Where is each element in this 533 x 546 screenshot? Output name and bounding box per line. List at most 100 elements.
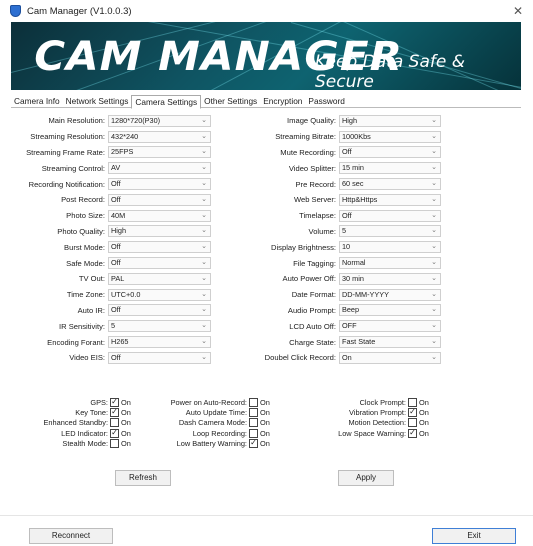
setting-row-video-eis: Video EIS: Off ⌄ [11, 350, 211, 366]
setting-row-doubel-click-record: Doubel Click Record: On ⌄ [223, 350, 441, 366]
setting-label-recording-notification: Recording Notification: [28, 179, 105, 189]
select-file-tagging[interactable]: Normal ⌄ [339, 257, 441, 270]
select-value: Beep [342, 305, 360, 315]
camera-settings-panel: Main Resolution: 1280*720(P30) ⌄ Streaming … [11, 108, 521, 488]
tab-bar: Camera Info Network Settings Camera Sett… [11, 95, 521, 109]
exit-button[interactable]: Exit [432, 528, 516, 544]
select-display-brightness[interactable]: 10 ⌄ [339, 241, 441, 254]
select-value: On [342, 352, 352, 362]
select-value: Http&Https [342, 194, 378, 204]
apply-button[interactable]: Apply [338, 470, 394, 486]
select-burst-mode[interactable]: Off ⌄ [108, 241, 211, 254]
tab-encryption[interactable]: Encryption [260, 95, 305, 108]
setting-label-streaming-bitrate: Streaming Bitrate: [275, 132, 336, 142]
select-tv-out[interactable]: PAL ⌄ [108, 272, 211, 285]
select-video-splitter[interactable]: 15 min ⌄ [339, 162, 441, 175]
tab-password[interactable]: Password [305, 95, 347, 108]
checkbox-motion-detection[interactable] [408, 418, 417, 428]
chevron-down-icon: ⌄ [431, 322, 437, 330]
select-timelapse[interactable]: Off ⌄ [339, 209, 441, 222]
toggle-on-label: On [260, 438, 270, 448]
tab-network-settings[interactable]: Network Settings [63, 95, 132, 108]
window-title: Cam Manager (V1.0.0.3) [27, 5, 132, 17]
select-recording-notification[interactable]: Off ⌄ [108, 178, 211, 191]
select-streaming-frame-rate[interactable]: 25FPS ⌄ [108, 146, 211, 159]
checkbox-low-space-warning[interactable]: ✓ [408, 428, 417, 438]
toggle-row-led-indicator: LED Indicator: ✓ On [11, 428, 133, 438]
chevron-down-icon: ⌄ [201, 322, 207, 330]
checkmark-icon: ✓ [409, 407, 416, 417]
setting-row-streaming-bitrate: Streaming Bitrate: 1000Kbs ⌄ [223, 129, 441, 145]
select-photo-size[interactable]: 40M ⌄ [108, 209, 211, 222]
reconnect-button[interactable]: Reconnect [29, 528, 113, 544]
checkbox-stealth-mode[interactable] [110, 438, 119, 448]
chevron-down-icon: ⌄ [431, 259, 437, 267]
select-auto-power-off[interactable]: 30 min ⌄ [339, 272, 441, 285]
toggle-row-loop-recording: Loop Recording: On [137, 428, 272, 438]
checkbox-auto-update-time[interactable] [249, 407, 258, 417]
checkbox-loop-recording[interactable] [249, 428, 258, 438]
divider [0, 515, 533, 516]
checkbox-vibration-prompt[interactable]: ✓ [408, 407, 417, 417]
select-auto-ir[interactable]: Off ⌄ [108, 304, 211, 317]
toggle-label-low-space-warning: Low Space Warning: [338, 428, 406, 438]
select-ir-sensitivity[interactable]: 5 ⌄ [108, 320, 211, 333]
toggle-label-enhanced-standby: Enhanced Standby: [43, 418, 108, 428]
select-encoding-forant[interactable]: H265 ⌄ [108, 336, 211, 349]
checkbox-dash-camera-mode[interactable] [249, 418, 258, 428]
chevron-down-icon: ⌄ [201, 164, 207, 172]
tab-camera-settings[interactable]: Camera Settings [131, 95, 202, 109]
toggle-label-gps: GPS: [90, 397, 108, 407]
refresh-button[interactable]: Refresh [115, 470, 171, 486]
select-audio-prompt[interactable]: Beep ⌄ [339, 304, 441, 317]
checkbox-clock-prompt[interactable] [408, 397, 417, 407]
checkbox-enhanced-standby[interactable] [110, 418, 119, 428]
select-web-server[interactable]: Http&Https ⌄ [339, 193, 441, 206]
checkbox-power-on-auto-record[interactable] [249, 397, 258, 407]
select-charge-state[interactable]: Fast State ⌄ [339, 336, 441, 349]
toggle-row-auto-update-time: Auto Update Time: On [137, 407, 272, 417]
checkbox-led-indicator[interactable]: ✓ [110, 428, 119, 438]
toggle-column-3: Clock Prompt: On Vibration Prompt: ✓ On Motio… [301, 397, 431, 438]
setting-row-burst-mode: Burst Mode: Off ⌄ [11, 239, 211, 255]
select-value: 1280*720(P30) [111, 115, 161, 125]
checkbox-low-battery-warning[interactable]: ✓ [249, 438, 258, 448]
tab-camera-info[interactable]: Camera Info [11, 95, 63, 108]
select-value: Off [111, 258, 121, 268]
chevron-down-icon: ⌄ [201, 338, 207, 346]
setting-row-image-quality: Image Quality: High ⌄ [223, 113, 441, 129]
chevron-down-icon: ⌄ [201, 274, 207, 282]
chevron-down-icon: ⌄ [201, 243, 207, 251]
select-main-resolution[interactable]: 1280*720(P30) ⌄ [108, 114, 211, 127]
select-time-zone[interactable]: UTC+0.0 ⌄ [108, 288, 211, 301]
select-post-record[interactable]: Off ⌄ [108, 193, 211, 206]
select-streaming-resolution[interactable]: 432*240 ⌄ [108, 130, 211, 143]
chevron-down-icon: ⌄ [201, 259, 207, 267]
setting-row-encoding-forant: Encoding Forant: H265 ⌄ [11, 334, 211, 350]
select-streaming-bitrate[interactable]: 1000Kbs ⌄ [339, 130, 441, 143]
checkbox-key-tone[interactable]: ✓ [110, 407, 119, 417]
select-date-format[interactable]: DD-MM-YYYY ⌄ [339, 288, 441, 301]
checkbox-gps[interactable]: ✓ [110, 397, 119, 407]
select-value: PAL [111, 273, 125, 283]
setting-label-burst-mode: Burst Mode: [64, 242, 105, 252]
select-lcd-auto-off[interactable]: OFF ⌄ [339, 320, 441, 333]
setting-row-volume: Volume: 5 ⌄ [223, 224, 441, 240]
close-icon[interactable]: ✕ [513, 4, 523, 18]
setting-row-photo-size: Photo Size: 40M ⌄ [11, 208, 211, 224]
select-photo-quality[interactable]: High ⌄ [108, 225, 211, 238]
select-safe-mode[interactable]: Off ⌄ [108, 257, 211, 270]
select-doubel-click-record[interactable]: On ⌄ [339, 351, 441, 364]
setting-label-safe-mode: Safe Mode: [66, 258, 105, 268]
chevron-down-icon: ⌄ [431, 116, 437, 124]
select-mute-recording[interactable]: Off ⌄ [339, 146, 441, 159]
toggle-row-dash-camera-mode: Dash Camera Mode: On [137, 418, 272, 428]
tab-other-settings[interactable]: Other Settings [201, 95, 260, 108]
toggle-label-power-on-auto-record: Power on Auto-Record: [170, 397, 247, 407]
select-image-quality[interactable]: High ⌄ [339, 114, 441, 127]
select-video-eis[interactable]: Off ⌄ [108, 351, 211, 364]
select-volume[interactable]: 5 ⌄ [339, 225, 441, 238]
toggle-on-label: On [260, 407, 270, 417]
select-pre-record[interactable]: 60 sec ⌄ [339, 178, 441, 191]
select-streaming-control[interactable]: AV ⌄ [108, 162, 211, 175]
